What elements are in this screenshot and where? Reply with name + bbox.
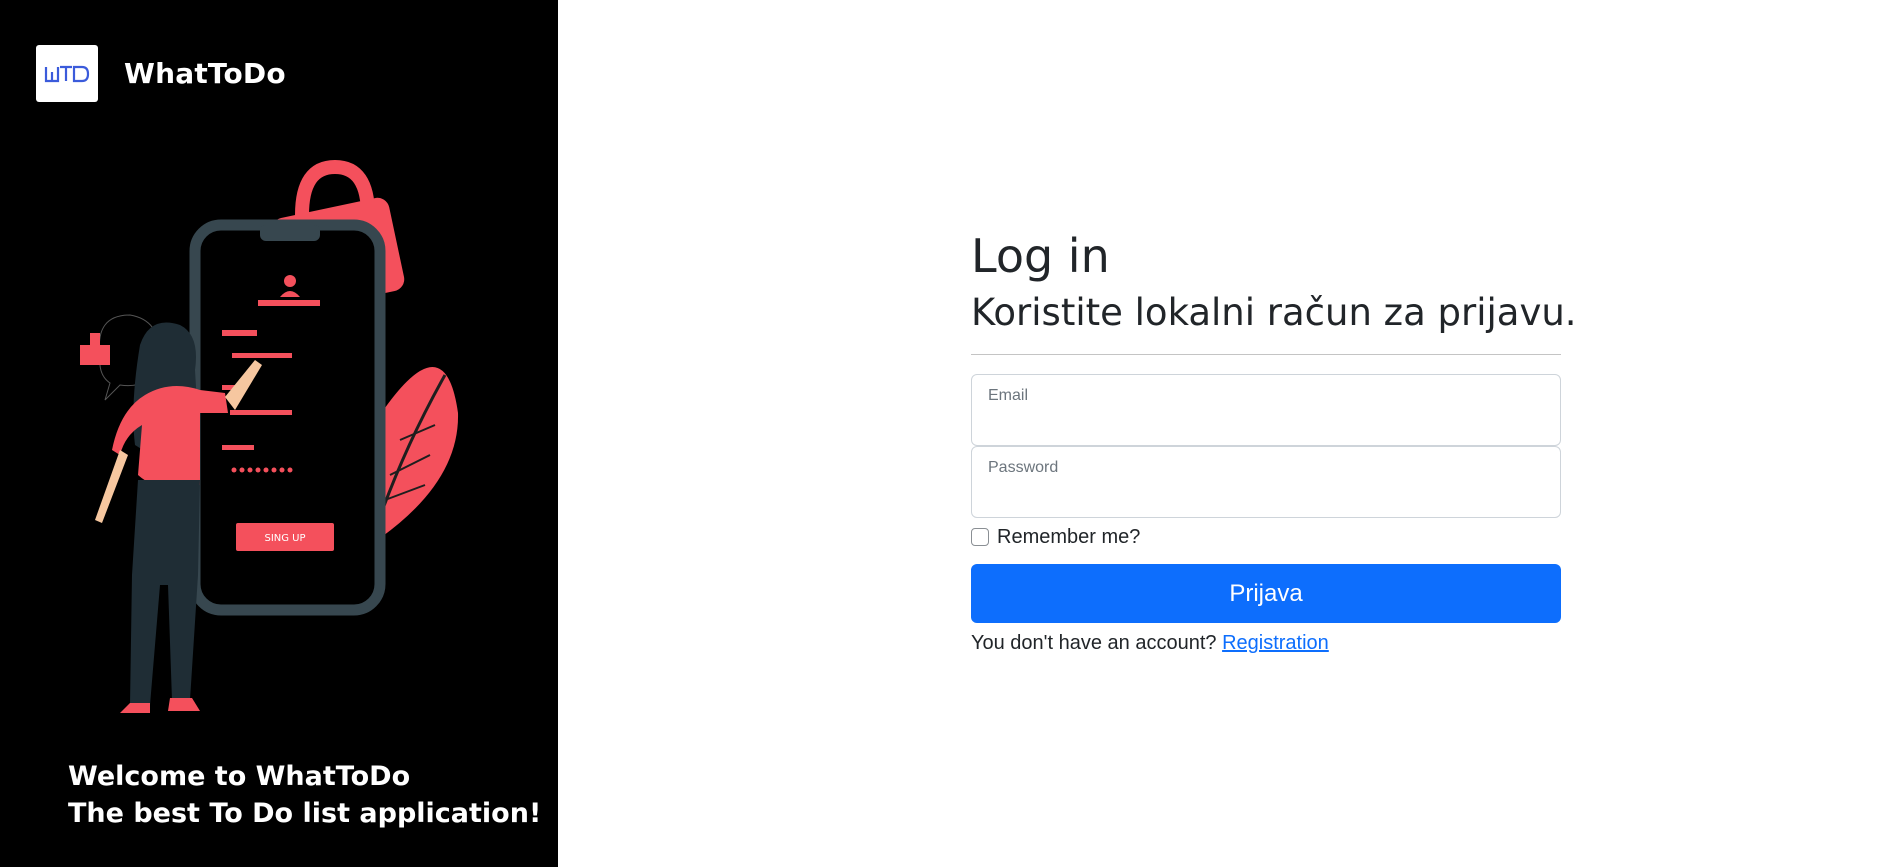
email-label: Email [988, 387, 1029, 404]
welcome-line-1: Welcome to WhatToDo [68, 761, 411, 792]
login-form: Log in Koristite lokalni račun za prijav… [971, 228, 1577, 659]
wtd-logo-icon [44, 65, 90, 82]
login-page: WhatToDo SING UP Welcome to WhatToDo The… [0, 0, 1897, 867]
password-label: Password [988, 459, 1059, 476]
registration-link[interactable]: Registration [1222, 632, 1329, 654]
password-field[interactable]: Password [971, 446, 1561, 518]
page-title: Log in [971, 229, 1110, 283]
page-subtitle: Koristite lokalni račun za prijavu. [971, 291, 1577, 334]
email-input[interactable] [988, 411, 1544, 437]
welcome-message: Welcome to WhatToDo The best To Do list … [68, 758, 541, 832]
brand-panel: WhatToDo SING UP Welcome to WhatToDo The… [0, 0, 558, 867]
register-prompt-text: You don't have an account? [971, 632, 1217, 654]
remember-me: Remember me? [971, 524, 1561, 550]
register-prompt: You don't have an account? Registration [971, 627, 1561, 659]
divider [971, 354, 1561, 355]
login-illustration: SING UP [80, 159, 459, 713]
email-field[interactable]: Email [971, 374, 1561, 446]
remember-me-label[interactable]: Remember me? [997, 526, 1140, 549]
brand-logo [36, 45, 98, 102]
login-button[interactable]: Prijava [971, 564, 1561, 623]
brand-name: WhatToDo [124, 57, 286, 90]
password-input[interactable] [988, 483, 1544, 509]
welcome-line-2: The best To Do list application! [68, 798, 542, 829]
illustration-signup-label: SING UP [264, 533, 305, 544]
phone-icon: SING UP [189, 219, 386, 616]
brand: WhatToDo [36, 45, 286, 102]
remember-me-checkbox[interactable] [971, 528, 989, 546]
